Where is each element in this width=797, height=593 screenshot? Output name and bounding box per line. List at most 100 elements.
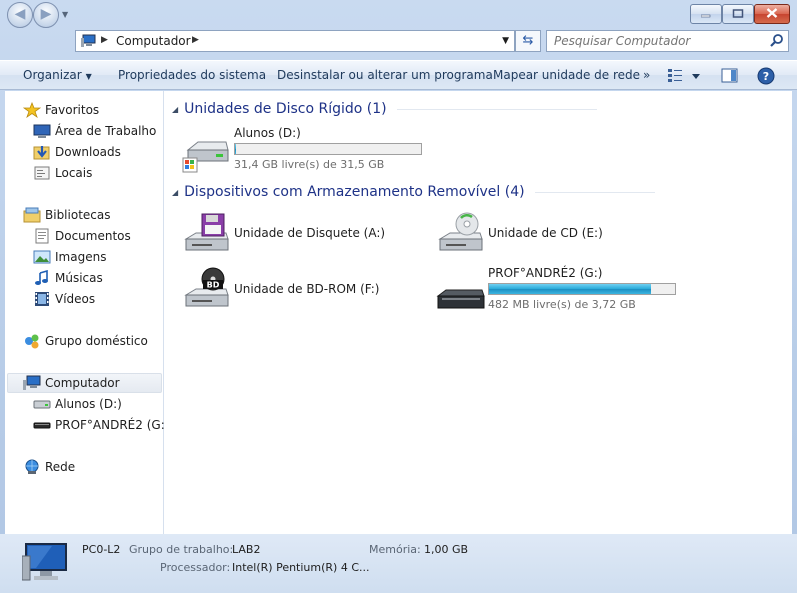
maximize-button[interactable] (722, 4, 754, 24)
back-button[interactable]: ◀ (7, 2, 33, 28)
svg-text:BD: BD (207, 281, 220, 290)
preview-pane-button[interactable] (721, 67, 739, 88)
search-icon[interactable] (770, 33, 784, 50)
refresh-icon: ⇆ (522, 33, 534, 48)
sidebar-item-computer[interactable]: Computador (7, 373, 162, 393)
memory-label: Memória: (369, 543, 421, 556)
sidebar-item-label: Documentos (55, 229, 131, 243)
organize-button[interactable]: Organizar ▼ (23, 68, 92, 82)
processor-label: Processador: (160, 561, 231, 574)
help-icon: ? (757, 67, 775, 85)
group-divider (534, 191, 655, 193)
sidebar-item-images[interactable]: Imagens (33, 248, 106, 266)
navigation-pane: Favoritos Área de Trabalho Downloads Loc… (5, 91, 169, 534)
preview-pane-icon (721, 68, 738, 83)
network-icon (23, 459, 41, 475)
system-properties-button[interactable]: Propriedades do sistema (118, 68, 266, 82)
sidebar-item-drive-d[interactable]: Alunos (D:) (33, 395, 122, 413)
breadcrumb-chevron-icon[interactable]: ▶ (101, 35, 108, 45)
organize-label: Organizar (23, 68, 82, 82)
sidebar-item-desktop[interactable]: Área de Trabalho (33, 122, 156, 140)
breadcrumb-computer[interactable]: Computador (116, 34, 191, 48)
computer-name: PC0-L2 (82, 543, 121, 556)
sidebar-item-label: Computador (45, 376, 120, 390)
usage-fill (235, 144, 236, 154)
sidebar-item-label: Músicas (55, 271, 103, 285)
drive-name: PROF°ANDRÉ2 (G:) (488, 266, 603, 280)
collapse-icon: ◢ (172, 104, 179, 114)
sidebar-item-downloads[interactable]: Downloads (33, 143, 121, 161)
libraries-icon (23, 207, 41, 223)
hard-drive-icon (33, 396, 51, 412)
sidebar-item-label: Grupo doméstico (45, 334, 148, 348)
sidebar-item-documents[interactable]: Documentos (33, 227, 131, 245)
sidebar-item-libraries[interactable]: Bibliotecas (23, 206, 110, 224)
document-icon (33, 228, 51, 244)
workgroup-label: Grupo de trabalho: (129, 543, 234, 556)
group-title: Dispositivos com Armazenamento Removível… (184, 184, 525, 200)
sidebar-item-label: Locais (55, 166, 93, 180)
view-list-icon (668, 69, 700, 82)
sidebar-item-label: Vídeos (55, 292, 96, 306)
computer-icon (23, 375, 41, 391)
search-input[interactable] (547, 31, 762, 51)
star-icon (22, 101, 42, 119)
drive-name: Unidade de Disquete (A:) (234, 226, 386, 240)
command-bar: Organizar ▼ Propriedades do sistema Desin… (0, 60, 797, 90)
drive-item-f[interactable]: BD Unidade de BD-ROM (F:) (182, 267, 379, 313)
sidebar-item-drive-g[interactable]: PROF°ANDRÉ2 (G:) (33, 416, 169, 434)
sidebar-item-label: Bibliotecas (45, 208, 111, 222)
drive-name: Alunos (D:) (234, 126, 301, 140)
help-button[interactable]: ? (757, 67, 775, 88)
drive-item-g[interactable]: PROF°ANDRÉ2 (G:) 482 MB livre(s) de 3,72… (436, 266, 676, 313)
minimize-button[interactable] (690, 4, 722, 24)
sidebar-item-network[interactable]: Rede (23, 458, 75, 476)
drive-item-d[interactable]: Alunos (D:) 31,4 GB livre(s) de 31,5 GB (182, 126, 422, 174)
group-title: Unidades de Disco Rígido (1) (184, 101, 387, 117)
map-network-drive-button[interactable]: Mapear unidade de rede (493, 68, 640, 82)
homegroup-icon (23, 333, 41, 349)
group-header-hard-drives[interactable]: ◢ Unidades de Disco Rígido (1) (172, 101, 597, 117)
search-box[interactable] (546, 30, 789, 52)
sidebar-item-label: Rede (45, 460, 76, 474)
sidebar-item-videos[interactable]: Vídeos (33, 290, 95, 308)
minimize-icon (700, 7, 711, 21)
downloads-folder-icon (33, 144, 51, 160)
drive-item-e[interactable]: Unidade de CD (E:) (436, 211, 603, 257)
close-icon (766, 7, 778, 21)
svg-text:?: ? (763, 70, 769, 83)
hard-drive-icon (182, 128, 232, 174)
refresh-button[interactable]: ⇆ (515, 30, 541, 52)
collapse-icon: ◢ (172, 187, 179, 197)
recent-pages-dropdown[interactable]: ▼ (62, 10, 68, 19)
address-bar[interactable]: ▶ Computador ▶ ▼ (75, 30, 515, 52)
bd-rom-drive-icon: BD (182, 267, 232, 313)
forward-arrow-icon: ▶ (40, 6, 52, 23)
sidebar-item-favorites[interactable]: Favoritos (22, 101, 99, 119)
address-dropdown-icon[interactable]: ▼ (502, 36, 509, 46)
back-arrow-icon: ◀ (14, 6, 26, 23)
group-header-removable[interactable]: ◢ Dispositivos com Armazenamento Removív… (172, 184, 655, 200)
drive-item-a[interactable]: Unidade de Disquete (A:) (182, 211, 385, 257)
change-view-button[interactable] (667, 67, 705, 88)
music-icon (33, 269, 51, 286)
title-bar (0, 0, 797, 28)
sidebar-item-label: Downloads (55, 145, 121, 159)
sidebar-item-music[interactable]: Músicas (33, 269, 103, 287)
uninstall-program-button[interactable]: Desinstalar ou alterar um programa (277, 68, 493, 82)
desktop-icon (33, 123, 51, 139)
maximize-icon (732, 7, 744, 21)
drive-usage-bar (488, 283, 676, 295)
sidebar-item-places[interactable]: Locais (33, 164, 92, 182)
sidebar-item-homegroup[interactable]: Grupo doméstico (23, 332, 148, 350)
sidebar-item-label: PROF°ANDRÉ2 (G:) (55, 418, 170, 432)
breadcrumb-chevron-icon[interactable]: ▶ (192, 35, 199, 45)
sidebar-item-label: Imagens (55, 250, 107, 264)
more-commands-button[interactable]: » (643, 68, 650, 82)
workgroup-value: LAB2 (232, 543, 261, 556)
details-pane: PC0-L2 Grupo de trabalho: LAB2 Memória: … (0, 534, 797, 593)
processor-value: Intel(R) Pentium(R) 4 C... (232, 561, 370, 574)
close-button[interactable] (754, 4, 790, 24)
forward-button[interactable]: ▶ (33, 2, 59, 28)
pictures-icon (33, 249, 51, 265)
